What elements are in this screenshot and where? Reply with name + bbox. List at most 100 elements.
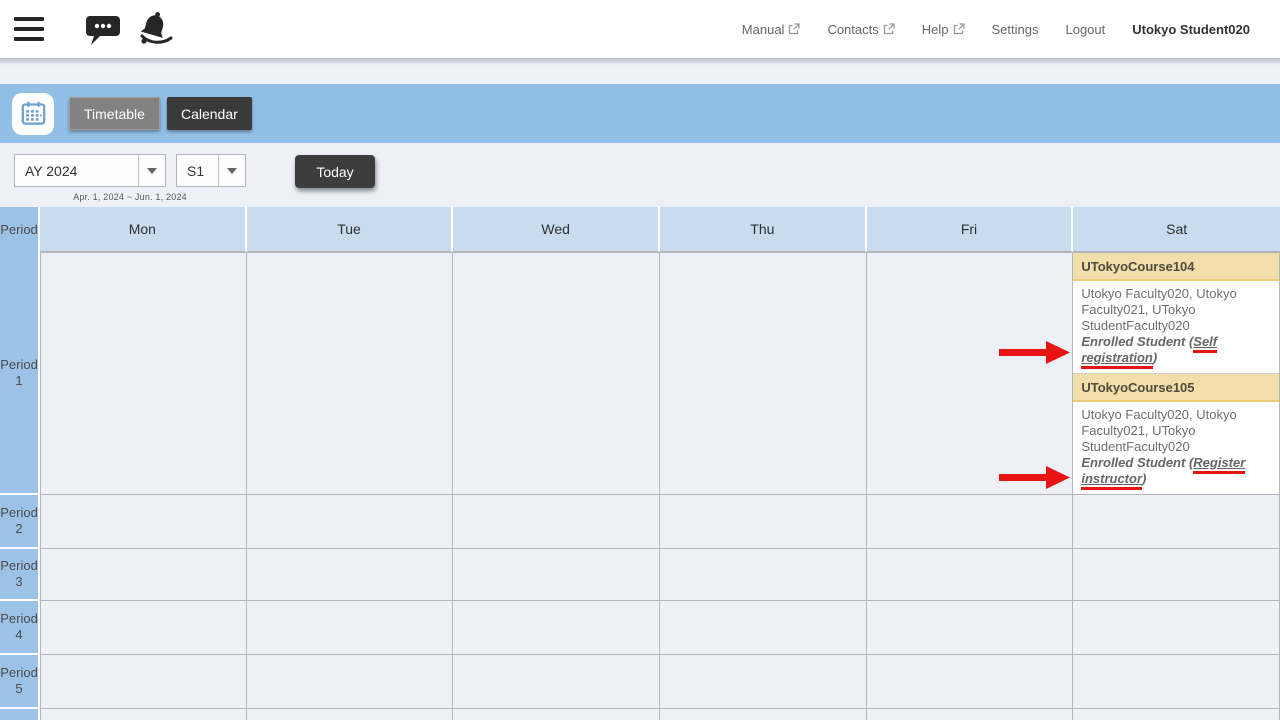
cell-thu-p4[interactable] — [660, 601, 867, 655]
cell-tue-p4[interactable] — [247, 601, 454, 655]
nav-settings-label: Settings — [992, 22, 1039, 37]
nav-help[interactable]: Help — [922, 22, 965, 37]
logged-in-username: Utokyo Student020 — [1132, 22, 1250, 37]
cell-sat-p6[interactable] — [1073, 709, 1280, 720]
cell-sat-p3[interactable] — [1073, 549, 1280, 601]
timetable-body: Period 1 UTokyoCourse104 Utokyo Faculty0… — [0, 252, 1280, 720]
chevron-down-icon — [218, 155, 245, 186]
cell-wed-p3[interactable] — [453, 549, 660, 601]
course-details: Utokyo Faculty020, Utokyo Faculty021, UT… — [1073, 402, 1279, 494]
cell-fri-p6[interactable] — [867, 709, 1074, 720]
nav-settings[interactable]: Settings — [992, 22, 1039, 37]
period-6-row-partial — [0, 709, 1280, 720]
cell-fri-p4[interactable] — [867, 601, 1074, 655]
cell-fri-p2[interactable] — [867, 495, 1074, 549]
course-instructors: Utokyo Faculty020, Utokyo Faculty021, UT… — [1081, 286, 1236, 333]
course-title: UTokyoCourse105 — [1073, 374, 1279, 402]
cell-fri-p3[interactable] — [867, 549, 1074, 601]
cell-tue-p2[interactable] — [247, 495, 454, 549]
chevron-down-icon — [138, 155, 165, 186]
cell-sat-p2[interactable] — [1073, 495, 1280, 549]
course-title: UTokyoCourse104 — [1073, 253, 1279, 281]
nav-contacts[interactable]: Contacts — [827, 22, 894, 37]
period-2-label: Period 2 — [0, 495, 40, 549]
day-header-sat: Sat — [1073, 207, 1280, 252]
nav-manual[interactable]: Manual — [742, 22, 801, 37]
cell-mon-p1[interactable] — [40, 252, 247, 495]
external-link-icon — [953, 23, 965, 35]
academic-year-select[interactable]: AY 2024 — [14, 154, 166, 187]
cell-wed-p6[interactable] — [453, 709, 660, 720]
term-value: S1 — [177, 155, 218, 186]
nav-logout-label: Logout — [1065, 22, 1105, 37]
top-bar: Manual Contacts Help Settings Logout Uto… — [0, 0, 1280, 58]
timetable-header-row: Period Mon Tue Wed Thu Fri Sat — [0, 207, 1280, 252]
controls-row: AY 2024 S1 Today Apr. 1, 2024 ~ Jun. 1, … — [0, 143, 1280, 207]
cell-fri-p1[interactable] — [867, 252, 1074, 495]
page: Manual Contacts Help Settings Logout Uto… — [0, 0, 1280, 720]
top-nav: Manual Contacts Help Settings Logout Uto… — [742, 22, 1250, 37]
external-link-icon — [883, 23, 895, 35]
notification-bell-icon[interactable] — [134, 9, 174, 49]
cell-mon-p2[interactable] — [40, 495, 247, 549]
cell-sat-p5[interactable] — [1073, 655, 1280, 709]
period-column-header: Period — [0, 207, 40, 252]
period-3-row: Period 3 — [0, 549, 1280, 601]
day-header-thu: Thu — [660, 207, 867, 252]
period-2-row: Period 2 — [0, 495, 1280, 549]
nav-logout[interactable]: Logout — [1065, 22, 1105, 37]
annotation-arrow-register-instructor — [999, 465, 1070, 495]
cell-mon-p4[interactable] — [40, 601, 247, 655]
cell-fri-p5[interactable] — [867, 655, 1074, 709]
term-date-range: Apr. 1, 2024 ~ Jun. 1, 2024 — [14, 192, 246, 202]
cell-mon-p3[interactable] — [40, 549, 247, 601]
period-4-row: Period 4 — [0, 601, 1280, 655]
cell-mon-p5[interactable] — [40, 655, 247, 709]
cell-tue-p5[interactable] — [247, 655, 454, 709]
day-header-fri: Fri — [867, 207, 1074, 252]
academic-year-value: AY 2024 — [15, 155, 138, 186]
cell-wed-p5[interactable] — [453, 655, 660, 709]
course-instructors: Utokyo Faculty020, Utokyo Faculty021, UT… — [1081, 407, 1236, 454]
day-header-wed: Wed — [453, 207, 660, 252]
external-link-icon — [788, 23, 800, 35]
period-6-label — [0, 709, 40, 720]
annotation-arrow-self-registration — [999, 340, 1070, 370]
period-3-label: Period 3 — [0, 549, 40, 601]
course-card-utokyocourse104[interactable]: UTokyoCourse104 Utokyo Faculty020, Utoky… — [1073, 253, 1279, 373]
period-1-row: Period 1 UTokyoCourse104 Utokyo Faculty0… — [0, 252, 1280, 495]
period-4-label: Period 4 — [0, 601, 40, 655]
view-banner: Timetable Calendar — [0, 84, 1280, 143]
cell-wed-p2[interactable] — [453, 495, 660, 549]
hamburger-menu-icon[interactable] — [14, 17, 44, 41]
calendar-badge — [12, 93, 54, 135]
day-header-tue: Tue — [247, 207, 454, 252]
cell-sat-p1: UTokyoCourse104 Utokyo Faculty020, Utoky… — [1073, 252, 1280, 495]
cell-tue-p1[interactable] — [247, 252, 454, 495]
today-button[interactable]: Today — [295, 155, 375, 188]
cell-thu-p2[interactable] — [660, 495, 867, 549]
cell-thu-p5[interactable] — [660, 655, 867, 709]
calendar-icon — [20, 100, 47, 127]
cell-tue-p3[interactable] — [247, 549, 454, 601]
cell-wed-p1[interactable] — [453, 252, 660, 495]
tab-timetable[interactable]: Timetable — [69, 97, 160, 130]
period-5-label: Period 5 — [0, 655, 40, 709]
nav-help-label: Help — [922, 22, 949, 37]
nav-manual-label: Manual — [742, 22, 785, 37]
period-1-label: Period 1 — [0, 252, 40, 495]
cell-thu-p3[interactable] — [660, 549, 867, 601]
term-select[interactable]: S1 — [176, 154, 246, 187]
cell-wed-p4[interactable] — [453, 601, 660, 655]
enrollment-status: Enrolled Student (Register instructor) — [1081, 455, 1245, 490]
cell-mon-p6[interactable] — [40, 709, 247, 720]
cell-sat-p4[interactable] — [1073, 601, 1280, 655]
course-card-utokyocourse105[interactable]: UTokyoCourse105 Utokyo Faculty020, Utoky… — [1073, 373, 1279, 494]
cell-thu-p1[interactable] — [660, 252, 867, 495]
tab-calendar[interactable]: Calendar — [167, 97, 252, 130]
nav-contacts-label: Contacts — [827, 22, 878, 37]
chat-icon[interactable] — [84, 13, 122, 46]
cell-tue-p6[interactable] — [247, 709, 454, 720]
cell-thu-p6[interactable] — [660, 709, 867, 720]
view-tabs: Timetable Calendar — [69, 97, 252, 130]
